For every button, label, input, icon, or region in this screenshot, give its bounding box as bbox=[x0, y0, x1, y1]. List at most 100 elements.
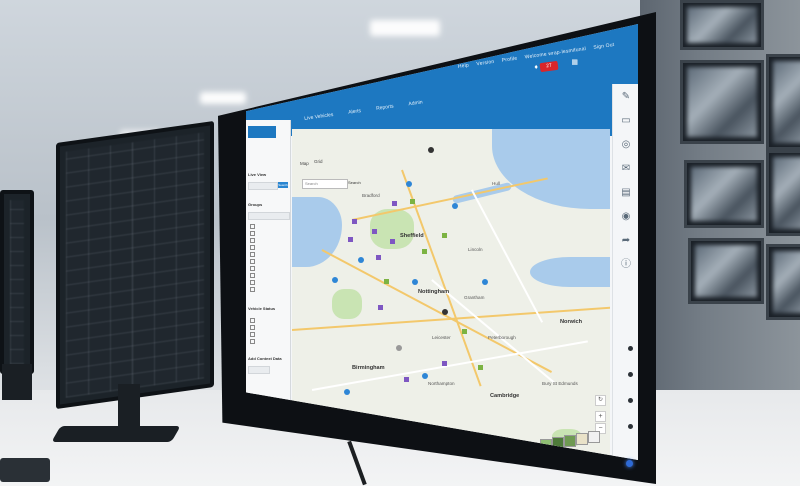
wall-screen bbox=[688, 238, 764, 304]
ceiling-light bbox=[200, 92, 246, 104]
vehicle-marker[interactable] bbox=[344, 389, 350, 395]
map-search-button[interactable]: Search bbox=[348, 179, 364, 187]
keyboard bbox=[0, 458, 50, 482]
depot-marker[interactable] bbox=[378, 305, 383, 310]
layers-icon[interactable]: ◉ bbox=[619, 210, 633, 224]
park-area bbox=[332, 289, 362, 319]
nav-alerts[interactable]: Alerts bbox=[348, 108, 361, 116]
profile-link[interactable]: Profile bbox=[502, 56, 518, 64]
place-northampton: Northampton bbox=[428, 381, 455, 386]
depot-marker[interactable] bbox=[442, 361, 447, 366]
group-checkbox[interactable] bbox=[250, 252, 257, 257]
vehicle-marker[interactable] bbox=[482, 279, 488, 285]
app-screen: Help Version Profile Welcome wrap-lesmif… bbox=[246, 24, 638, 460]
depot-marker[interactable] bbox=[422, 249, 427, 254]
target-icon[interactable]: ◎ bbox=[619, 138, 633, 152]
notification-badge[interactable]: 27 bbox=[539, 60, 559, 73]
vehicle-marker[interactable] bbox=[422, 373, 428, 379]
motorway bbox=[351, 177, 548, 221]
monitor-button[interactable] bbox=[628, 398, 633, 403]
groups-filter[interactable] bbox=[248, 212, 290, 220]
place-peterborough: Peterborough bbox=[488, 335, 516, 340]
sidebar-search-button[interactable]: Search bbox=[278, 182, 288, 188]
status-checkbox[interactable] bbox=[250, 325, 257, 330]
info-icon[interactable]: ⓘ bbox=[619, 258, 633, 272]
vehicle-marker[interactable] bbox=[452, 203, 458, 209]
pencil-icon[interactable]: ✎ bbox=[619, 90, 633, 104]
share-icon[interactable]: ➦ bbox=[619, 234, 633, 248]
sidebar-search-input[interactable] bbox=[248, 182, 278, 190]
ceiling-light bbox=[370, 20, 440, 36]
wall-screen bbox=[680, 0, 764, 50]
nav-admin[interactable]: Admin bbox=[408, 99, 423, 107]
monitor-stand bbox=[118, 384, 140, 430]
status-checkbox[interactable] bbox=[250, 318, 257, 323]
map-layer-thumb[interactable] bbox=[588, 431, 600, 443]
apps-icon[interactable]: ▦ bbox=[571, 58, 578, 66]
depot-marker[interactable] bbox=[352, 219, 357, 224]
depot-marker[interactable] bbox=[348, 237, 353, 242]
bell-icon[interactable]: ♦ bbox=[534, 64, 538, 71]
nav-live-vehicles[interactable]: Live Vehicles bbox=[304, 112, 334, 122]
place-bradford: Bradford bbox=[362, 193, 380, 198]
monitor-button[interactable] bbox=[628, 372, 633, 377]
group-checkbox[interactable] bbox=[250, 280, 257, 285]
nav-reports[interactable]: Reports bbox=[376, 103, 394, 111]
tab-map[interactable]: Map bbox=[300, 161, 309, 166]
version-link[interactable]: Version bbox=[476, 59, 495, 67]
status-checkbox[interactable] bbox=[250, 339, 257, 344]
group-checkbox[interactable] bbox=[250, 238, 257, 243]
group-checkbox[interactable] bbox=[250, 266, 257, 271]
monitor-button[interactable] bbox=[628, 346, 633, 351]
tab-grid[interactable]: Grid bbox=[314, 159, 323, 164]
depot-marker[interactable] bbox=[392, 201, 397, 206]
document-icon[interactable]: ▤ bbox=[619, 186, 633, 200]
power-led bbox=[626, 460, 633, 467]
comment-icon[interactable]: ✉ bbox=[619, 162, 633, 176]
depot-marker[interactable] bbox=[384, 279, 389, 284]
depot-marker[interactable] bbox=[478, 365, 483, 370]
wall-screen bbox=[680, 60, 764, 144]
depot-marker[interactable] bbox=[372, 229, 377, 234]
depot-marker[interactable] bbox=[390, 239, 395, 244]
vehicle-marker[interactable] bbox=[358, 257, 364, 263]
sign-out-link[interactable]: Sign Out bbox=[593, 42, 615, 51]
status-checkbox[interactable] bbox=[250, 332, 257, 337]
vehicle-status-header: Vehicle Status bbox=[248, 306, 276, 311]
rectangle-icon[interactable]: ▭ bbox=[619, 114, 633, 128]
map-search-input[interactable]: Search bbox=[302, 179, 348, 189]
background-monitor bbox=[56, 120, 214, 410]
depot-marker[interactable] bbox=[410, 199, 415, 204]
background-monitor bbox=[0, 190, 34, 374]
zoom-in-button[interactable]: + bbox=[595, 411, 606, 422]
map-layer-thumb[interactable] bbox=[564, 435, 576, 447]
wall-screen bbox=[766, 54, 800, 150]
vehicle-marker[interactable] bbox=[332, 277, 338, 283]
depot-marker[interactable] bbox=[376, 255, 381, 260]
monitor-button[interactable] bbox=[628, 424, 633, 429]
vehicle-marker[interactable] bbox=[406, 181, 412, 187]
place-birmingham: Birmingham bbox=[352, 365, 385, 371]
group-checkbox[interactable] bbox=[250, 273, 257, 278]
place-sheffield: Sheffield bbox=[400, 233, 424, 239]
depot-marker[interactable] bbox=[404, 377, 409, 382]
vehicle-marker[interactable] bbox=[396, 345, 402, 351]
main-nav: Live Vehicles Alerts Reports Admin bbox=[304, 97, 437, 122]
depot-marker[interactable] bbox=[462, 329, 467, 334]
group-checkbox[interactable] bbox=[250, 231, 257, 236]
vehicle-marker[interactable] bbox=[412, 279, 418, 285]
group-checkbox[interactable] bbox=[250, 224, 257, 229]
road bbox=[471, 189, 544, 323]
sidebar-title: Live View bbox=[248, 172, 267, 177]
group-checkbox[interactable] bbox=[250, 259, 257, 264]
group-checkbox[interactable] bbox=[250, 245, 257, 250]
vehicle-marker[interactable] bbox=[428, 147, 434, 153]
group-checkbox[interactable] bbox=[250, 287, 257, 292]
place-grantham: Grantham bbox=[464, 295, 485, 300]
map-layer-thumb[interactable] bbox=[576, 433, 588, 445]
monitor-stand bbox=[2, 364, 32, 400]
context-data-select[interactable] bbox=[248, 366, 270, 374]
rotate-icon[interactable]: ↻ bbox=[595, 395, 606, 406]
vehicle-marker[interactable] bbox=[442, 309, 448, 315]
depot-marker[interactable] bbox=[442, 233, 447, 238]
